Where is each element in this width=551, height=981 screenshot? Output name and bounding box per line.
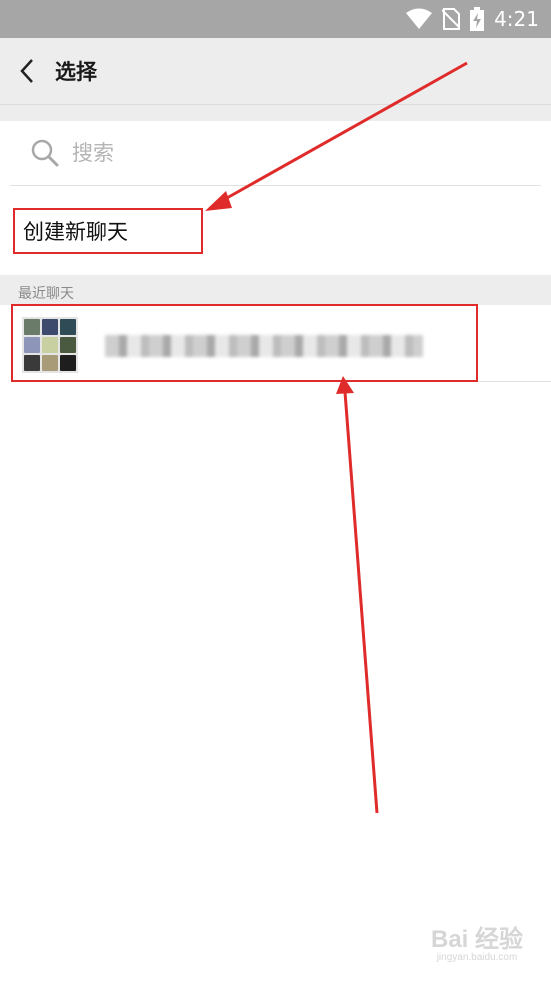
battery-charging-icon	[470, 7, 485, 31]
status-icons: 4:21	[406, 6, 539, 32]
status-time: 4:21	[494, 7, 539, 31]
search-input[interactable]	[70, 140, 474, 166]
highlight-box	[11, 304, 478, 382]
watermark-sub: jingyan.baidu.com	[436, 952, 518, 963]
create-new-chat-label: 创建新聊天	[23, 220, 128, 244]
arrow-head-new-chat	[205, 191, 232, 211]
arrow-to-chat-item	[343, 391, 379, 814]
spacer	[0, 105, 551, 121]
app-bar: 选择	[0, 38, 551, 105]
wifi-icon	[406, 8, 433, 29]
no-sim-icon	[442, 8, 461, 30]
create-new-chat-item[interactable]: 创建新聊天	[13, 208, 203, 254]
page-title: 选择	[55, 60, 97, 84]
recent-chats-label: 最近聊天	[18, 286, 74, 302]
recent-chats-header: 最近聊天	[0, 275, 551, 305]
watermark-main: Bai 经验	[430, 926, 523, 953]
search-bar[interactable]	[10, 121, 541, 186]
status-bar: 4:21	[0, 0, 551, 38]
watermark-logo: Bai 经验 jingyan.baidu.com	[431, 919, 523, 963]
back-button[interactable]	[10, 54, 44, 88]
search-icon	[31, 139, 59, 167]
back-arrow-icon	[20, 59, 33, 83]
